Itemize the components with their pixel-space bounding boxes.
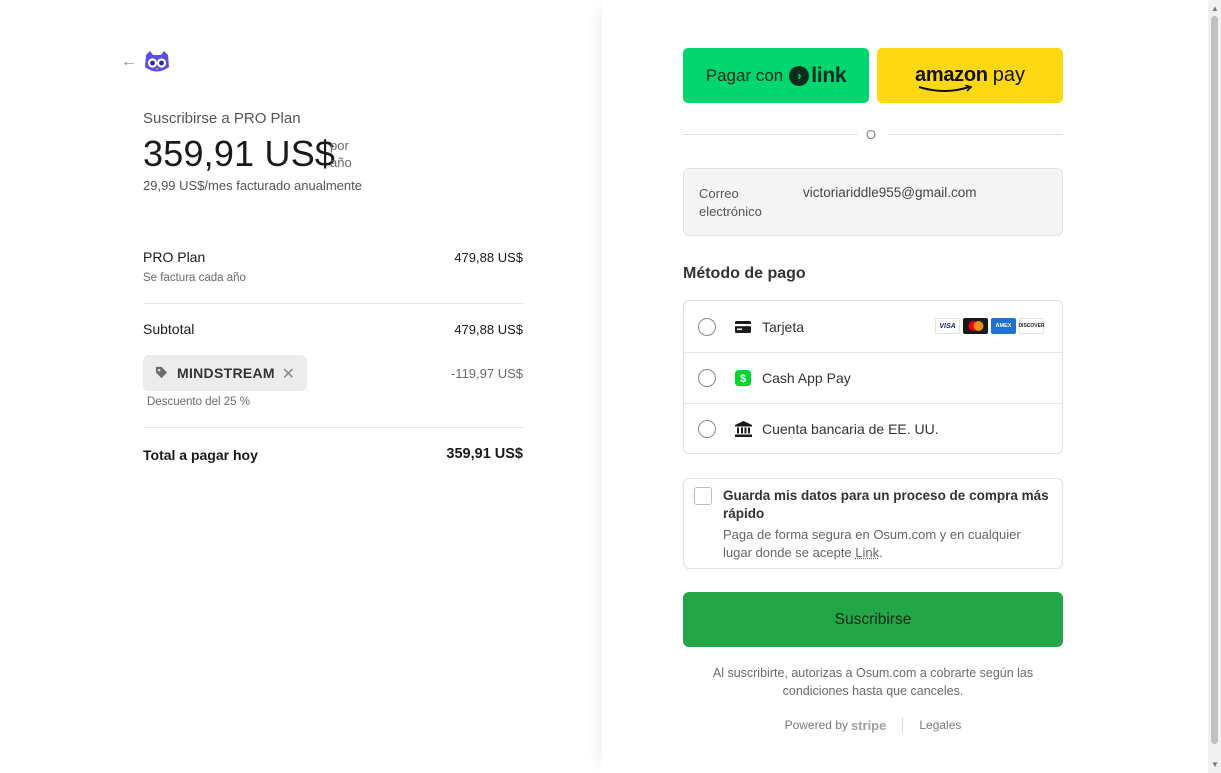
divider bbox=[902, 717, 904, 733]
link-button-label: Pagar con bbox=[705, 65, 784, 85]
divider bbox=[143, 303, 523, 304]
card-icon bbox=[734, 318, 752, 336]
remove-coupon-icon[interactable]: ✕ bbox=[282, 364, 295, 384]
tag-icon bbox=[155, 366, 169, 380]
amex-logo-icon: AMEX bbox=[991, 318, 1016, 334]
coupon-chip: MINDSTREAM ✕ bbox=[143, 355, 307, 391]
subtotal-value: 479,88 US$ bbox=[454, 322, 523, 337]
total-label: Total a pagar hoy bbox=[143, 447, 258, 463]
payment-option-bank[interactable]: Cuenta bancaria de EE. UU. bbox=[683, 403, 1063, 454]
subtotal-label: Subtotal bbox=[143, 321, 195, 337]
amazon-logo-text: amazon bbox=[915, 64, 988, 86]
email-label: Correo electrónico bbox=[699, 186, 762, 219]
scrollbar[interactable]: ▲ ▼ bbox=[1208, 0, 1221, 773]
powered-by-text: Powered by bbox=[784, 718, 848, 732]
payment-option-label: Tarjeta bbox=[762, 318, 805, 335]
owl-logo-icon bbox=[145, 51, 169, 72]
payment-option-label: Cash App Pay bbox=[762, 369, 851, 386]
radio-button[interactable] bbox=[698, 317, 716, 336]
divider bbox=[888, 134, 1063, 135]
amazon-smile-icon bbox=[918, 85, 973, 92]
payment-option-cashapp[interactable]: $ Cash App Pay bbox=[683, 352, 1063, 403]
mastercard-logo-icon bbox=[963, 318, 988, 334]
price-period-line2: año bbox=[330, 155, 352, 170]
link-logo: link bbox=[811, 63, 847, 87]
scrollbar-thumb[interactable] bbox=[1211, 16, 1218, 744]
save-info-checkbox[interactable] bbox=[694, 487, 712, 505]
save-info-period: . bbox=[879, 544, 883, 560]
monthly-note: 29,99 US$/mes facturado anualmente bbox=[143, 178, 362, 193]
visa-logo-icon: VISA bbox=[935, 318, 960, 334]
amazon-pay-text: pay bbox=[992, 64, 1025, 86]
divider bbox=[683, 134, 857, 135]
plan-billing-note: Se factura cada año bbox=[143, 272, 246, 284]
price-period-line1: por bbox=[330, 138, 349, 153]
email-value: victoriariddle955@gmail.com bbox=[803, 185, 977, 200]
payment-method-title: Método de pago bbox=[683, 265, 806, 282]
radio-button[interactable] bbox=[698, 419, 716, 438]
footer: Powered by stripe Legales bbox=[683, 717, 1063, 733]
coupon-discount: -119,97 US$ bbox=[450, 366, 523, 381]
arrow-left-icon[interactable]: ← bbox=[121, 54, 137, 70]
scroll-up-icon[interactable]: ▲ bbox=[1211, 4, 1219, 13]
svg-text:$: $ bbox=[740, 373, 746, 385]
divider bbox=[143, 427, 523, 428]
save-info-title: Guarda mis datos para un proceso de comp… bbox=[723, 488, 1049, 521]
subscription-title: Suscribirse a PRO Plan bbox=[143, 110, 301, 127]
total-value: 359,91 US$ bbox=[446, 446, 523, 462]
amazon-logo: amazon bbox=[915, 64, 988, 92]
payment-option-label: Cuenta bancaria de EE. UU. bbox=[762, 420, 939, 437]
link-info-link[interactable]: Link bbox=[855, 545, 879, 560]
save-info-description: Paga de forma segura en Osum.com y en cu… bbox=[723, 526, 1053, 561]
stripe-logo[interactable]: stripe bbox=[851, 718, 886, 733]
plan-price: 479,88 US$ bbox=[454, 250, 523, 265]
discover-logo-icon: DISCOVER bbox=[1018, 318, 1045, 334]
coupon-note: Descuento del 25 % bbox=[147, 396, 250, 408]
radio-button[interactable] bbox=[698, 368, 716, 387]
cash-app-icon: $ bbox=[734, 369, 752, 387]
order-summary-panel: ← Suscribirse a PRO Plan 359,91 US$ por … bbox=[0, 0, 602, 773]
price-period: por año bbox=[330, 137, 352, 171]
total-price: 359,91 US$ bbox=[143, 133, 336, 174]
terms-text: Al suscribirte, autorizas a Osum.com a c… bbox=[712, 666, 1034, 698]
scroll-down-icon[interactable]: ▼ bbox=[1211, 760, 1219, 769]
amazon-pay-button[interactable]: amazon pay bbox=[877, 48, 1063, 103]
pay-with-link-button[interactable]: Pagar con › link bbox=[683, 48, 869, 103]
coupon-code: MINDSTREAM bbox=[177, 365, 275, 381]
payment-option-card[interactable]: Tarjeta VISA AMEX DISCOVER bbox=[683, 301, 1063, 352]
subscribe-button[interactable]: Suscribirse bbox=[683, 592, 1063, 647]
legal-link[interactable]: Legales bbox=[919, 718, 961, 732]
bank-icon bbox=[734, 420, 752, 438]
plan-name: PRO Plan bbox=[143, 249, 206, 265]
card-brand-logos: VISA AMEX DISCOVER bbox=[935, 318, 1045, 334]
or-separator: O bbox=[866, 127, 877, 142]
link-arrow-icon: › bbox=[789, 65, 810, 86]
